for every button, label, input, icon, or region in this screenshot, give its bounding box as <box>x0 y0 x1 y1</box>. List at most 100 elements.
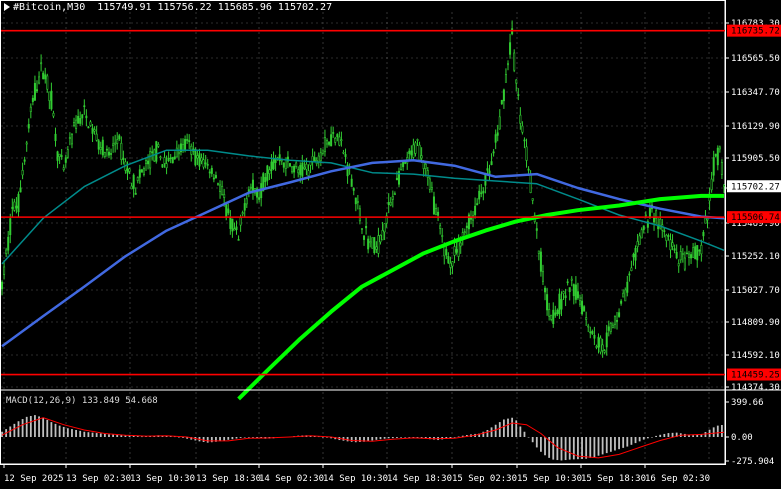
candle-body <box>56 151 59 161</box>
time-tick-label: 14 Sep 10:30 <box>323 474 388 484</box>
macd-histogram-bar <box>346 437 349 442</box>
macd-histogram-bar <box>140 436 143 438</box>
candle-body <box>110 153 113 155</box>
candle-body <box>3 266 6 275</box>
candle-body <box>463 231 466 234</box>
macd-histogram-bar <box>71 429 73 437</box>
candle-body <box>702 232 705 237</box>
candle-body <box>541 271 544 282</box>
price-tick-label: 115252.10 <box>731 252 780 262</box>
candle-body <box>601 344 604 351</box>
current-price-label: 115702.27 <box>731 182 780 192</box>
candle-body <box>644 214 647 217</box>
candle-body <box>163 157 166 164</box>
macd-histogram-bar <box>29 415 32 437</box>
candle-body <box>241 212 244 215</box>
macd-histogram-bar <box>243 437 246 438</box>
candle-body <box>280 159 283 162</box>
time-tick-label: 12 Sep 2025 <box>4 474 64 484</box>
candle-body <box>671 242 674 247</box>
candle-body <box>214 175 217 179</box>
chart-background <box>0 0 781 489</box>
candle-body <box>537 250 540 254</box>
macd-histogram-bar <box>568 437 571 460</box>
macd-histogram-bar <box>552 437 555 460</box>
macd-histogram-bar <box>716 425 719 437</box>
macd-histogram-bar <box>116 434 119 437</box>
horizontal-level-label: 115506.74 <box>731 213 780 223</box>
candle-body <box>525 146 528 161</box>
macd-histogram-bar <box>663 433 666 437</box>
macd-histogram-bar <box>387 437 390 439</box>
candle-body <box>373 237 376 254</box>
candle-body <box>422 161 425 169</box>
macd-histogram-bar <box>367 437 370 442</box>
candle-body <box>698 249 701 252</box>
macd-histogram-bar <box>375 437 378 440</box>
macd-histogram-bar <box>585 437 588 459</box>
macd-histogram-bar <box>62 426 65 437</box>
candle-body <box>424 163 427 169</box>
candle-body <box>613 316 616 325</box>
macd-histogram-bar <box>231 437 234 440</box>
candle-body <box>44 74 47 80</box>
candle-body <box>494 134 497 143</box>
candle-body <box>66 149 69 158</box>
symbol-name: #Bitcoin,M30 <box>13 2 86 13</box>
macd-histogram-bar <box>79 430 82 437</box>
candle-body <box>101 139 104 156</box>
candle-body <box>17 193 20 213</box>
macd-histogram-bar <box>66 428 69 437</box>
candle-body <box>669 239 672 251</box>
candle-body <box>560 299 563 310</box>
candle-body <box>377 235 380 254</box>
macd-histogram-bar <box>507 418 509 437</box>
candle-body <box>268 169 271 174</box>
macd-histogram-bar <box>247 437 250 438</box>
candle-body <box>720 162 723 175</box>
macd-histogram-bar <box>597 437 600 456</box>
candle-body <box>116 139 119 144</box>
candle-body <box>307 170 310 176</box>
candle-body <box>299 165 302 175</box>
macd-histogram-bar <box>622 437 625 448</box>
macd-histogram-bar <box>25 416 28 437</box>
macd-histogram-bar <box>206 437 209 443</box>
candle-body <box>681 253 684 255</box>
candle-body <box>243 203 246 211</box>
macd-histogram-bar <box>50 422 53 437</box>
candle-body <box>492 151 495 154</box>
macd-histogram-bar <box>540 437 542 452</box>
macd-histogram-bar <box>379 437 382 440</box>
time-tick-label: 15 Sep 10:30 <box>517 474 582 484</box>
candle-body <box>624 289 627 302</box>
macd-histogram-bar <box>486 429 489 437</box>
candle-body <box>653 217 656 223</box>
candle-body <box>9 218 12 236</box>
candle-body <box>593 334 596 339</box>
candle-body <box>75 119 78 129</box>
macd-tick-label: -275.904 <box>731 457 774 467</box>
candle-body <box>169 157 172 160</box>
macd-histogram-bar <box>626 437 629 447</box>
macd-histogram-bar <box>498 422 501 437</box>
candle-body <box>642 225 645 231</box>
candle-body <box>29 106 32 112</box>
candle-body <box>402 161 405 168</box>
candle-body <box>336 134 339 138</box>
candle-body <box>636 241 639 247</box>
macd-histogram-bar <box>519 426 522 437</box>
candle-body <box>52 112 55 117</box>
candle-body <box>476 203 479 206</box>
candle-body <box>486 168 489 171</box>
candle-body <box>611 324 614 328</box>
time-tick-label: 15 Sep 18:30 <box>581 474 646 484</box>
chart-canvas[interactable]: 116783.30116565.50116347.70116129.901159… <box>0 0 781 489</box>
candle-body <box>334 137 337 143</box>
candle-body <box>118 135 121 140</box>
candle-body <box>589 331 592 334</box>
candle-body <box>704 217 707 224</box>
candle-body <box>342 151 345 154</box>
candle-body <box>149 151 152 169</box>
candle-body <box>99 146 102 150</box>
